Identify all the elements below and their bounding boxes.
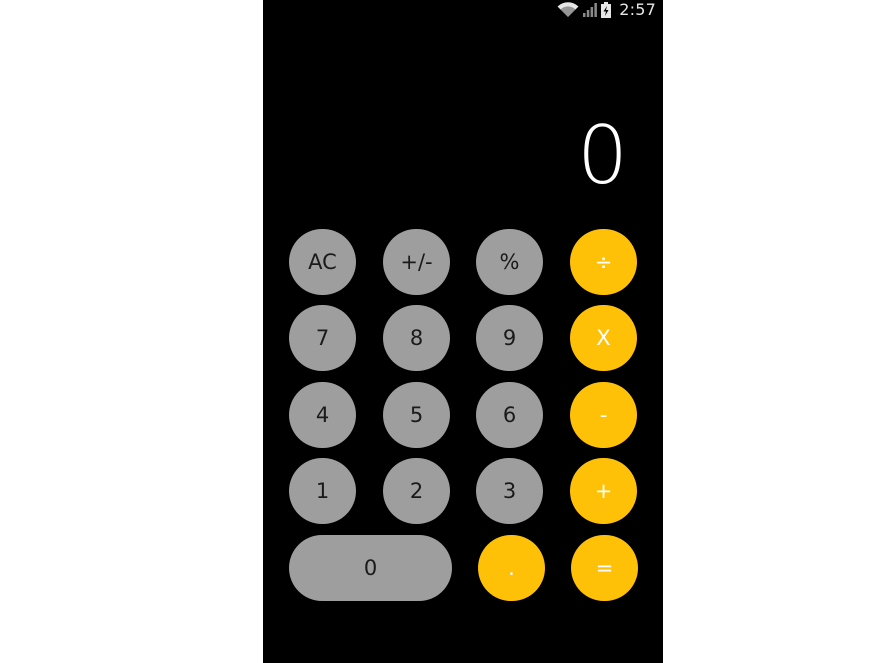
add-button[interactable]: + <box>570 458 637 524</box>
status-clock: 2:57 <box>619 0 656 19</box>
result-display: 0 <box>577 109 628 202</box>
wifi-icon <box>557 2 579 18</box>
clear-button[interactable]: AC <box>289 229 356 295</box>
digit-6-button[interactable]: 6 <box>476 382 543 448</box>
equals-button[interactable]: = <box>571 535 638 601</box>
multiply-button[interactable]: X <box>570 305 637 371</box>
digit-3-button[interactable]: 3 <box>476 458 543 524</box>
digit-0-button[interactable]: 0 <box>289 535 452 601</box>
calculator-screen: 2:57 0 AC +/- % ÷ 7 8 9 X 4 5 6 - 1 2 3 … <box>263 0 663 663</box>
subtract-button[interactable]: - <box>570 382 637 448</box>
decimal-button[interactable]: . <box>478 535 545 601</box>
digit-9-button[interactable]: 9 <box>476 305 543 371</box>
divide-button[interactable]: ÷ <box>570 229 637 295</box>
status-bar: 2:57 <box>263 0 663 20</box>
digit-1-button[interactable]: 1 <box>289 458 356 524</box>
signal-icon <box>583 2 598 18</box>
toggle-sign-button[interactable]: +/- <box>383 229 450 295</box>
digit-4-button[interactable]: 4 <box>289 382 356 448</box>
percent-button[interactable]: % <box>476 229 543 295</box>
digit-5-button[interactable]: 5 <box>383 382 450 448</box>
battery-charging-icon <box>601 2 612 18</box>
digit-8-button[interactable]: 8 <box>383 305 450 371</box>
digit-7-button[interactable]: 7 <box>289 305 356 371</box>
digit-2-button[interactable]: 2 <box>383 458 450 524</box>
